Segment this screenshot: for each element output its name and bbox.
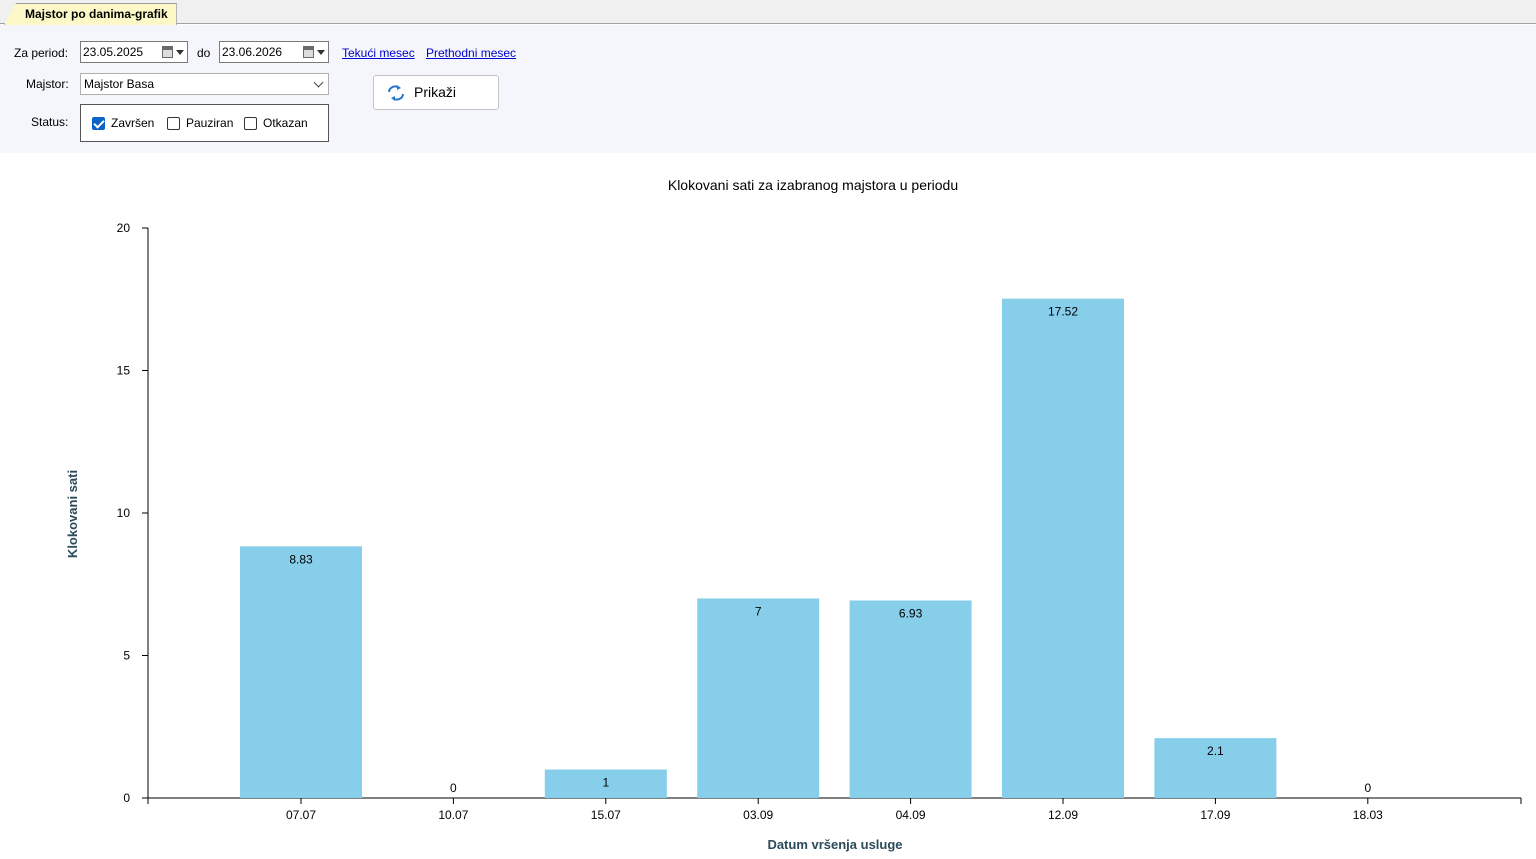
chevron-down-icon[interactable] [313, 77, 324, 88]
y-tick-label: 15 [117, 364, 131, 378]
bar-value-label: 2.1 [1207, 744, 1224, 758]
date-from-value: 23.05.2025 [83, 45, 144, 59]
y-axis-title: Klokovani sati [65, 470, 80, 558]
y-tick-label: 20 [117, 221, 131, 235]
x-tick-label: 04.09 [896, 808, 926, 822]
status-otkazan-checkbox[interactable] [244, 117, 257, 130]
x-tick-label: 10.07 [438, 808, 468, 822]
bar-value-label: 1 [602, 776, 609, 790]
dropdown-arrow-icon[interactable] [176, 50, 184, 55]
dropdown-arrow-icon[interactable] [317, 50, 325, 55]
calendar-icon[interactable] [162, 46, 173, 58]
y-tick-label: 5 [123, 649, 130, 663]
status-label: Status: [31, 115, 69, 129]
bar-03.09 [697, 598, 820, 798]
calendar-icon[interactable] [303, 46, 314, 58]
date-to-value: 23.06.2026 [222, 45, 283, 59]
y-tick-label: 0 [123, 791, 130, 805]
show-button[interactable]: Prikaži [373, 75, 499, 110]
filter-panel: Za period: 23.05.2025 do 23.06.2026 Teku… [0, 25, 1536, 153]
majstor-select[interactable]: Majstor Basa [80, 73, 329, 95]
period-label: Za period: [14, 46, 69, 60]
bar-value-label: 0 [1364, 781, 1371, 795]
chart-title: Klokovani sati za izabranog majstora u p… [668, 177, 958, 193]
status-group: Završen Pauziran Otkazan [80, 104, 329, 142]
bar-04.09 [849, 600, 972, 798]
bar-value-label: 6.93 [899, 606, 923, 620]
x-tick-label: 15.07 [591, 808, 621, 822]
current-month-link[interactable]: Tekući mesec [342, 46, 415, 60]
status-zavrsen-checkbox[interactable] [92, 117, 105, 130]
date-to-field[interactable]: 23.06.2026 [219, 41, 329, 63]
bar-value-label: 0 [450, 781, 457, 795]
y-tick-label: 10 [117, 506, 131, 520]
status-pauziran-label[interactable]: Pauziran [186, 116, 233, 130]
x-axis-title: Datum vršenja usluge [767, 837, 902, 852]
x-tick-label: 18.03 [1353, 808, 1383, 822]
previous-month-link[interactable]: Prethodni mesec [426, 46, 516, 60]
bar-value-label: 7 [755, 605, 762, 619]
status-zavrsen-label[interactable]: Završen [111, 116, 154, 130]
bar-value-label: 8.83 [289, 552, 313, 566]
x-tick-label: 12.09 [1048, 808, 1078, 822]
status-pauziran-checkbox[interactable] [167, 117, 180, 130]
tab-strip: Majstor po danima-grafik [0, 0, 1536, 25]
bar-12.09 [1002, 298, 1124, 798]
status-otkazan-label[interactable]: Otkazan [263, 116, 308, 130]
bar-value-label: 17.52 [1048, 305, 1078, 319]
hours-bar-chart: Klokovani sati za izabranog majstora u p… [65, 177, 1522, 852]
tab-majstor-po-danima[interactable]: Majstor po danima-grafik [4, 3, 177, 25]
refresh-icon [388, 85, 404, 101]
show-button-label: Prikaži [414, 84, 457, 100]
x-tick-label: 07.07 [286, 808, 316, 822]
date-from-field[interactable]: 23.05.2025 [80, 41, 188, 63]
x-tick-label: 17.09 [1200, 808, 1230, 822]
to-label: do [197, 46, 211, 60]
bar-07.07 [240, 546, 362, 798]
x-tick-label: 03.09 [743, 808, 773, 822]
majstor-selected-value: Majstor Basa [84, 77, 155, 91]
majstor-label: Majstor: [26, 77, 69, 91]
